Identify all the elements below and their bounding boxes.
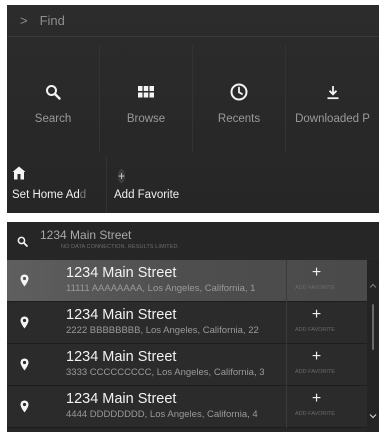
result-row[interactable]: 1234 Main Street 11111 AAAAAAAA, Los Ang… bbox=[7, 260, 367, 302]
result-row[interactable]: 1234 Main Street 2222 BBBBBBBB, Los Ange… bbox=[7, 302, 367, 344]
tile-recents-label: Recents bbox=[217, 113, 261, 125]
search-icon bbox=[17, 234, 28, 252]
home-icon bbox=[12, 166, 106, 185]
result-row[interactable]: 1234 Main Street 3333 CCCCCCCCC, Los Ang… bbox=[7, 344, 367, 386]
plus-icon: + bbox=[311, 348, 322, 365]
set-home-button[interactable]: Set Home Add bbox=[7, 157, 107, 213]
add-favorite-row-label: ADD FAVORITE bbox=[295, 327, 335, 333]
plus-icon: + bbox=[118, 169, 126, 183]
find-bar[interactable]: > Find bbox=[7, 5, 379, 37]
add-favorite-row-button[interactable]: + ADD FAVORITE bbox=[286, 260, 346, 302]
location-pin-icon bbox=[20, 358, 29, 376]
set-home-label-fade: d bbox=[79, 189, 87, 201]
tile-browse-label: Browse bbox=[126, 113, 166, 125]
plus-icon: + bbox=[311, 390, 322, 407]
scrollbar-thumb[interactable] bbox=[372, 304, 374, 350]
chevron-right-icon: > bbox=[20, 13, 28, 28]
shortcuts-row: Set Home Add + Add Favorite bbox=[7, 157, 379, 213]
result-title: 1234 Main Street bbox=[66, 265, 177, 281]
category-tiles: Search Browse Recents Downloaded P bbox=[7, 45, 379, 153]
add-favorite-row-button[interactable]: + ADD FAVORITE bbox=[286, 386, 346, 428]
add-favorite-row-label: ADD FAVORITE bbox=[295, 285, 335, 291]
plus-icon: + bbox=[311, 306, 322, 323]
tile-search[interactable]: Search bbox=[7, 45, 100, 153]
result-title: 1234 Main Street bbox=[66, 391, 177, 407]
find-panel: > Find Search Browse Recents Downloaded … bbox=[7, 5, 379, 213]
result-address: 2222 BBBBBBBB, Los Angeles, California, … bbox=[66, 325, 259, 336]
connection-warning: NO DATA CONNECTION. RESULTS LIMITED. bbox=[61, 244, 180, 250]
add-favorite-button[interactable]: + Add Favorite bbox=[107, 157, 257, 213]
add-favorite-row-label: ADD FAVORITE bbox=[295, 369, 335, 375]
search-input[interactable]: 1234 Main Street bbox=[40, 228, 131, 242]
results-list: 1234 Main Street 11111 AAAAAAAA, Los Ang… bbox=[7, 260, 367, 432]
tile-downloaded[interactable]: Downloaded P bbox=[286, 45, 379, 153]
search-results-panel: 1234 Main Street NO DATA CONNECTION. RES… bbox=[7, 222, 379, 432]
tile-browse[interactable]: Browse bbox=[100, 45, 193, 153]
result-address: 4444 DDDDDDDD, Los Angeles, California, … bbox=[66, 409, 258, 420]
tile-recents[interactable]: Recents bbox=[193, 45, 286, 153]
clock-icon bbox=[230, 81, 248, 103]
result-row[interactable]: 1234 Main Street 4444 DDDDDDDD, Los Ange… bbox=[7, 386, 367, 428]
plus-icon: + bbox=[311, 264, 322, 281]
result-title: 1234 Main Street bbox=[66, 349, 177, 365]
result-address: 11111 AAAAAAAA, Los Angeles, California,… bbox=[66, 283, 256, 294]
location-pin-icon bbox=[20, 316, 29, 334]
add-favorite-row-button[interactable]: + ADD FAVORITE bbox=[286, 302, 346, 344]
search-bar[interactable]: 1234 Main Street NO DATA CONNECTION. RES… bbox=[7, 222, 379, 258]
set-home-label: Set Home Ad bbox=[12, 189, 80, 201]
chevron-up-icon[interactable] bbox=[369, 277, 377, 288]
add-favorite-label: Add Favorite bbox=[114, 189, 180, 201]
result-title: 1234 Main Street bbox=[66, 307, 177, 323]
download-icon bbox=[326, 81, 340, 103]
find-label: Find bbox=[39, 13, 65, 28]
location-pin-icon bbox=[20, 400, 29, 418]
search-icon bbox=[45, 81, 61, 103]
add-favorite-row-label: ADD FAVORITE bbox=[295, 411, 335, 417]
location-pin-icon bbox=[20, 274, 29, 292]
grid-icon bbox=[138, 81, 154, 103]
result-address: 3333 CCCCCCCCC, Los Angeles, California,… bbox=[66, 367, 265, 378]
chevron-down-icon[interactable] bbox=[369, 407, 377, 419]
add-favorite-row-button[interactable]: + ADD FAVORITE bbox=[286, 344, 346, 386]
tile-search-label: Search bbox=[34, 113, 72, 125]
tile-downloaded-label: Downloaded P bbox=[295, 113, 370, 125]
results-scrollbar[interactable] bbox=[367, 260, 379, 432]
